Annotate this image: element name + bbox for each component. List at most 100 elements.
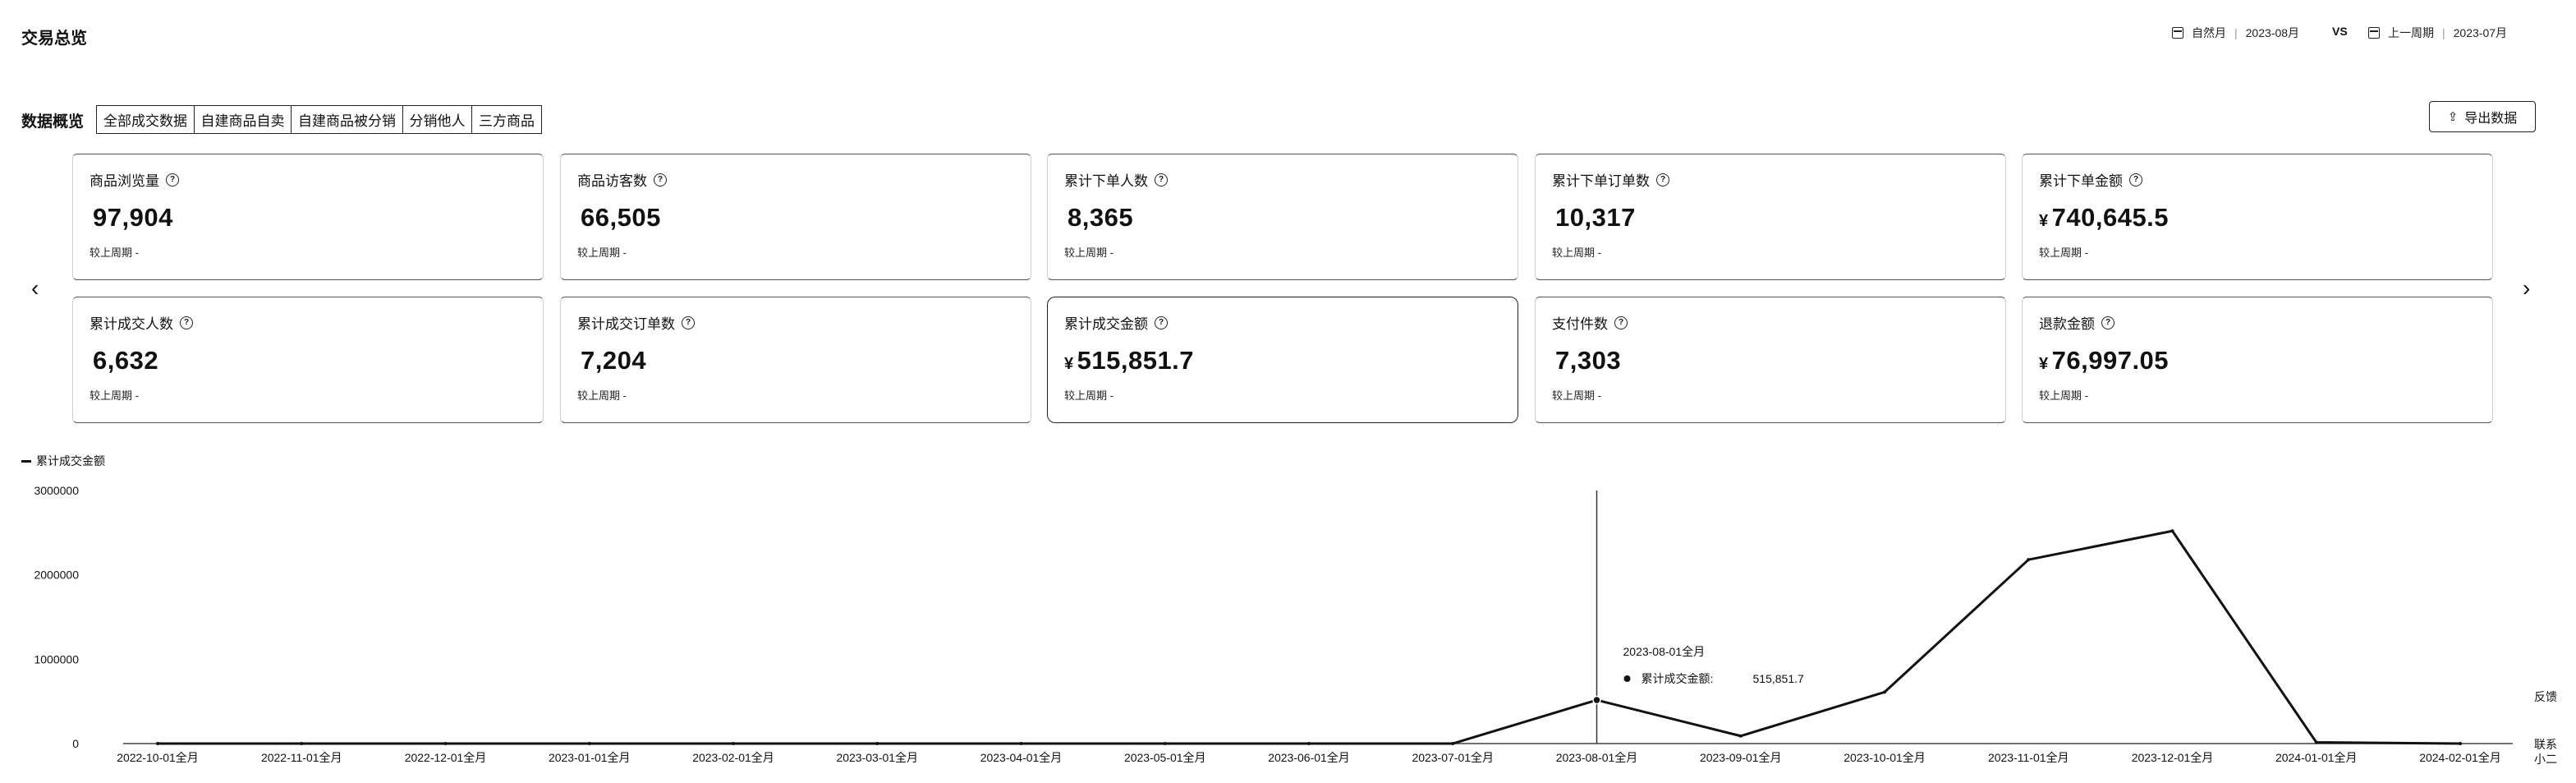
data-point: [875, 742, 879, 745]
x-tick-label: 2023-05-01全月: [1124, 751, 1206, 764]
page-title: 交易总览: [21, 30, 87, 48]
data-point: [443, 742, 448, 745]
export-label: 导出数据: [2464, 112, 2518, 126]
metric-value-row: 7,303: [1552, 346, 1989, 375]
feedback-button[interactable]: 反馈: [2534, 689, 2557, 705]
tooltip-value: 515,851.7: [1753, 672, 1804, 685]
tooltip-marker: [1623, 675, 1631, 682]
tab-self-built-self-sold[interactable]: 自建商品自卖: [193, 105, 292, 134]
help-icon[interactable]: ?: [166, 173, 179, 187]
tab-third-party[interactable]: 三方商品: [471, 105, 542, 134]
data-point: [732, 742, 735, 745]
x-tick-label: 2023-11-01全月: [1988, 751, 2069, 764]
help-icon[interactable]: ?: [2101, 316, 2115, 329]
data-point: [1163, 742, 1167, 745]
tooltip-label: 累计成交金额:: [1642, 672, 1714, 685]
metric-value: 76,997.05: [2051, 346, 2170, 375]
data-point: [156, 742, 159, 745]
metric-label-row: 支付件数?: [1552, 312, 1989, 333]
metric-value-row: 6,632: [90, 346, 526, 375]
metric-value-row: 8,365: [1064, 203, 1501, 233]
metric-label: 累计下单人数: [1064, 173, 1148, 189]
metric-label: 累计成交人数: [90, 316, 173, 332]
metric-label: 累计成交金额: [1064, 316, 1148, 332]
metric-card[interactable]: 支付件数? 7,303 较上周期 -: [1535, 297, 2006, 423]
metric-value: 97,904: [93, 203, 173, 232]
metric-label-row: 退款金额?: [2039, 312, 2476, 333]
help-icon[interactable]: ?: [1656, 173, 1669, 187]
x-tick-label: 2022-12-01全月: [405, 751, 487, 764]
tab-all-transactions[interactable]: 全部成交数据: [96, 105, 195, 134]
line-chart[interactable]: 0 1000000 2000000 3000000 2022-10-01全月 2022-1…: [0, 477, 2576, 783]
metric-card[interactable]: 商品浏览量? 97,904 较上周期 -: [72, 154, 544, 280]
compare-period-value: 2023-07月: [2453, 26, 2508, 39]
assistant-button[interactable]: 小二: [2534, 751, 2557, 767]
metric-value-row: ¥515,851.7: [1064, 346, 1501, 375]
metric-value-row: 10,317: [1552, 203, 1989, 233]
data-point: [2170, 529, 2174, 533]
metric-compare: 较上周期 -: [1064, 246, 1114, 259]
divider: |: [2234, 26, 2238, 39]
current-period-value: 2023-08月: [2245, 26, 2300, 39]
help-icon[interactable]: ?: [682, 316, 695, 329]
metric-label: 退款金额: [2039, 316, 2095, 332]
metric-value-row: ¥76,997.05: [2039, 346, 2476, 375]
legend-line-icon: [21, 459, 31, 463]
chart-legend[interactable]: 累计成交金额: [21, 453, 105, 469]
metric-value: 6,632: [93, 346, 159, 375]
x-tick-label: 2023-04-01全月: [980, 751, 1063, 764]
metric-card[interactable]: 累计下单订单数? 10,317 较上周期 -: [1535, 154, 2006, 280]
metric-label-row: 累计成交金额?: [1064, 312, 1501, 333]
upload-icon: ⇪: [2447, 110, 2459, 124]
current-period-selector[interactable]: 自然月 | 2023-08月: [2172, 25, 2299, 41]
x-tick-label: 2023-01-01全月: [549, 751, 631, 764]
metric-label-row: 累计下单人数?: [1064, 169, 1501, 190]
compare-period-selector[interactable]: 上一周期 | 2023-07月: [2368, 25, 2507, 41]
metric-label: 累计成交订单数: [577, 316, 675, 332]
metric-value: 8,365: [1068, 203, 1134, 232]
data-point: [2314, 740, 2318, 744]
y-tick-label: 0: [72, 737, 79, 750]
metric-label-row: 累计下单订单数?: [1552, 169, 1989, 190]
metric-card[interactable]: 累计成交金额? ¥515,851.7 较上周期 -: [1047, 297, 1518, 423]
y-tick-label: 1000000: [34, 652, 79, 666]
help-icon[interactable]: ?: [180, 316, 193, 329]
metric-compare: 较上周期 -: [1552, 389, 1601, 402]
y-tick-label: 3000000: [34, 484, 79, 497]
calendar-icon: [2172, 27, 2183, 39]
data-point: [2027, 558, 2031, 562]
metric-compare: 较上周期 -: [577, 246, 627, 259]
chevron-left-icon[interactable]: ‹: [31, 275, 39, 302]
currency-symbol: ¥: [2039, 212, 2049, 230]
x-tick-label: 2023-03-01全月: [836, 751, 918, 764]
export-button[interactable]: ⇪ 导出数据: [2429, 101, 2536, 132]
metric-value-row: 97,904: [90, 203, 526, 233]
tab-distribute-others[interactable]: 分销他人: [402, 105, 473, 134]
calendar-icon: [2368, 27, 2380, 39]
legend-label: 累计成交金额: [36, 454, 105, 467]
metric-card[interactable]: 商品访客数? 66,505 较上周期 -: [560, 154, 1031, 280]
x-tick-label: 2022-11-01全月: [261, 751, 342, 764]
metric-label-row: 累计成交订单数?: [577, 312, 1014, 333]
data-point: [300, 742, 304, 745]
metric-card[interactable]: 累计成交订单数? 7,204 较上周期 -: [560, 297, 1031, 423]
metric-card[interactable]: 退款金额? ¥76,997.05 较上周期 -: [2022, 297, 2493, 423]
series-line: [158, 529, 2461, 745]
metric-card[interactable]: 累计成交人数? 6,632 较上周期 -: [72, 297, 544, 423]
metric-value-row: ¥740,645.5: [2039, 203, 2476, 233]
current-period-type: 自然月: [2192, 26, 2226, 39]
help-icon[interactable]: ?: [1614, 316, 1628, 329]
metric-value: 515,851.7: [1077, 346, 1195, 375]
contact-button[interactable]: 联系: [2534, 736, 2557, 753]
help-icon[interactable]: ?: [1155, 173, 1168, 187]
help-icon[interactable]: ?: [2129, 173, 2142, 187]
chevron-right-icon[interactable]: ›: [2523, 275, 2530, 302]
tab-self-built-distributed[interactable]: 自建商品被分销: [291, 105, 403, 134]
metric-label-row: 累计成交人数?: [90, 312, 526, 333]
help-icon[interactable]: ?: [1155, 316, 1168, 329]
metric-label-row: 累计下单金额?: [2039, 169, 2476, 190]
help-icon[interactable]: ?: [654, 173, 667, 187]
metric-card[interactable]: 累计下单金额? ¥740,645.5 较上周期 -: [2022, 154, 2493, 280]
metric-card[interactable]: 累计下单人数? 8,365 较上周期 -: [1047, 154, 1518, 280]
x-tick-label: 2022-10-01全月: [117, 751, 199, 764]
